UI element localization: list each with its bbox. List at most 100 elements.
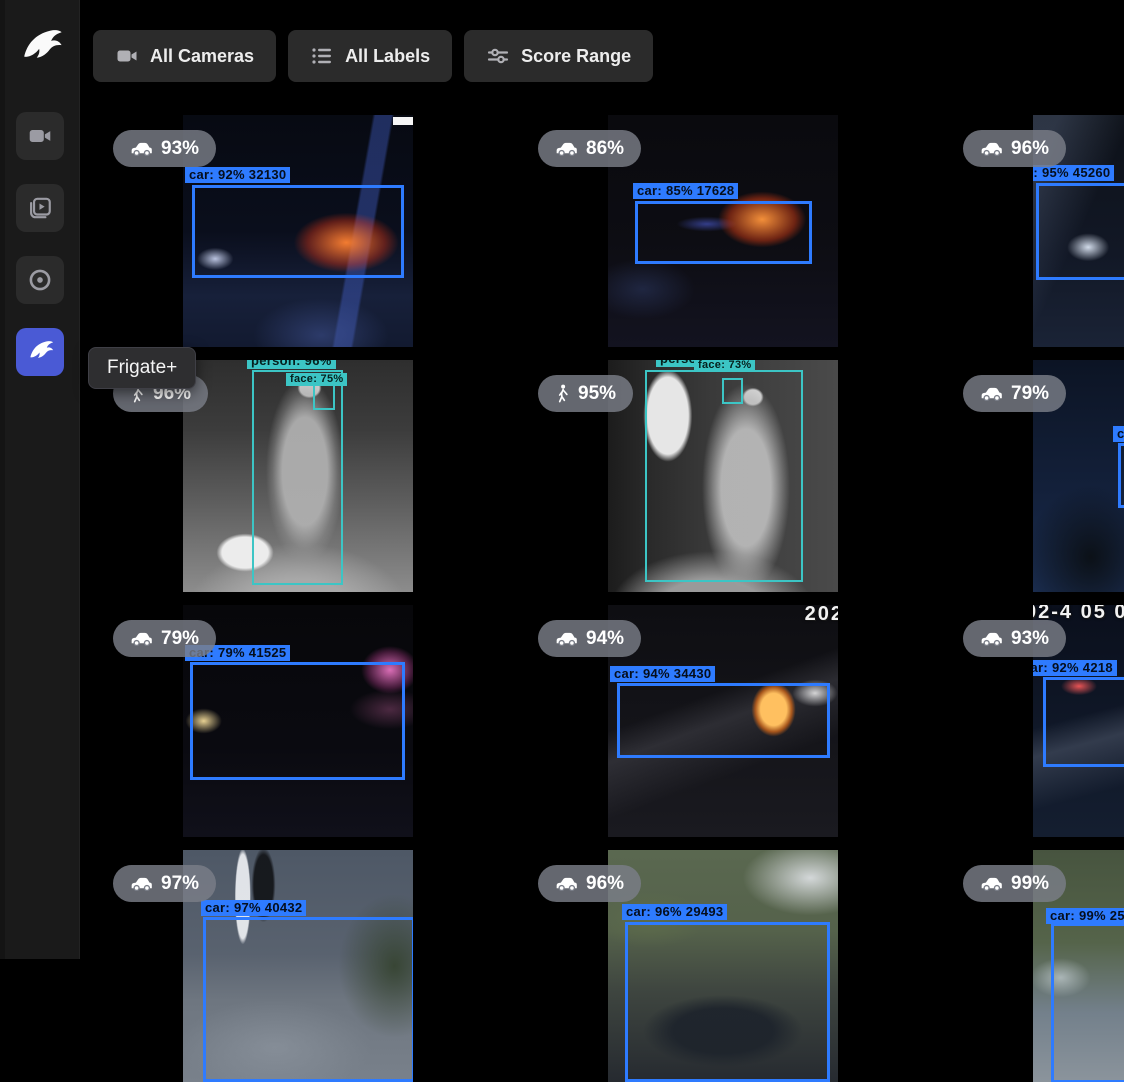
bbox-label: person: 96% bbox=[247, 360, 336, 369]
score-label: 79% bbox=[161, 628, 199, 650]
detection-thumbnail: person: 94% face: 73% bbox=[608, 360, 838, 592]
score-badge: 93% bbox=[963, 620, 1066, 657]
score-label: 93% bbox=[1011, 628, 1049, 650]
car-icon bbox=[555, 876, 578, 891]
timestamp-fragment bbox=[393, 117, 413, 125]
car-bounding-box bbox=[203, 917, 413, 1082]
car-icon bbox=[130, 876, 153, 891]
score-label: 94% bbox=[586, 628, 624, 650]
car-icon bbox=[130, 631, 153, 646]
detection-thumbnail: car: 85% 17628 bbox=[608, 115, 838, 347]
filter-toolbar: All Cameras All Labels Score Range bbox=[93, 30, 1124, 82]
detection-cell[interactable]: car: 79% 79% bbox=[947, 360, 1124, 592]
sidebar-item-review[interactable] bbox=[16, 184, 64, 232]
sidebar-item-live[interactable] bbox=[16, 112, 64, 160]
list-filter-icon bbox=[310, 44, 334, 68]
car-bounding-box bbox=[192, 185, 404, 278]
car-icon bbox=[980, 141, 1003, 156]
sliders-icon bbox=[486, 44, 510, 68]
car-icon bbox=[555, 631, 578, 646]
score-badge: 94% bbox=[538, 620, 641, 657]
person-icon bbox=[555, 383, 570, 404]
score-badge: 79% bbox=[113, 620, 216, 657]
review-play-icon bbox=[27, 195, 53, 221]
detection-thumbnail: person: 96% face: 75% bbox=[183, 360, 413, 592]
car-bounding-box bbox=[1043, 677, 1124, 767]
score-label: 86% bbox=[586, 138, 624, 160]
detection-grid: car: 92% 32130 93% car: 85% 17628 bbox=[97, 115, 1124, 1082]
detection-cell[interactable]: car: 79% 41525 79% bbox=[97, 605, 499, 837]
detection-cell[interactable]: car: 85% 17628 86% bbox=[522, 115, 924, 347]
score-badge: 96% bbox=[538, 865, 641, 902]
score-badge: 96% bbox=[963, 130, 1066, 167]
score-range-filter-button[interactable]: Score Range bbox=[464, 30, 653, 82]
score-badge: 86% bbox=[538, 130, 641, 167]
bbox-label: car: 92% 4218 bbox=[1033, 660, 1117, 676]
sidebar-nav bbox=[16, 112, 64, 376]
detection-cell[interactable]: person: 96% face: 75% 96% bbox=[97, 360, 499, 592]
detection-thumbnail: car: 96% 29493 bbox=[608, 850, 838, 1082]
detection-cell[interactable]: car: 99% 25 99% bbox=[947, 850, 1124, 1082]
detection-cell[interactable]: car: 95% 45260 96% bbox=[947, 115, 1124, 347]
score-label: 99% bbox=[1011, 873, 1049, 895]
bbox-label: car: 97% 40432 bbox=[201, 900, 306, 916]
detection-thumbnail: 202 car: 94% 34430 bbox=[608, 605, 838, 837]
score-label: 96% bbox=[1011, 138, 1049, 160]
car-bounding-box bbox=[1051, 923, 1124, 1082]
bbox-label: car: 96% 29493 bbox=[622, 904, 727, 920]
score-badge: 79% bbox=[963, 375, 1066, 412]
car-bounding-box bbox=[635, 201, 812, 264]
score-label: 96% bbox=[586, 873, 624, 895]
detection-cell[interactable]: car: 96% 29493 96% bbox=[522, 850, 924, 1082]
score-label: 79% bbox=[1011, 383, 1049, 405]
detection-thumbnail: car: 92% 32130 bbox=[183, 115, 413, 347]
score-label: 97% bbox=[161, 873, 199, 895]
detection-cell[interactable]: 02-4 05 0 car: 92% 4218 93% bbox=[947, 605, 1124, 837]
car-bounding-box bbox=[625, 922, 830, 1082]
face-bounding-box bbox=[313, 382, 335, 410]
sidebar bbox=[0, 0, 80, 959]
face-label: face: 73% bbox=[694, 360, 755, 372]
frigate-plus-tooltip: Frigate+ bbox=[88, 347, 196, 389]
detection-cell[interactable]: car: 92% 32130 93% bbox=[97, 115, 499, 347]
car-bounding-box bbox=[1118, 443, 1124, 508]
car-icon bbox=[555, 141, 578, 156]
car-icon bbox=[130, 141, 153, 156]
bbox-label: car: 95% 45260 bbox=[1033, 165, 1114, 181]
sidebar-item-export[interactable] bbox=[16, 256, 64, 304]
video-camera-icon bbox=[27, 123, 53, 149]
score-badge: 93% bbox=[113, 130, 216, 167]
face-label: face: 75% bbox=[286, 373, 347, 386]
car-icon bbox=[980, 631, 1003, 646]
score-badge: 97% bbox=[113, 865, 216, 902]
camera-filter-icon bbox=[115, 44, 139, 68]
main-content: All Cameras All Labels Score Range car: bbox=[80, 30, 1124, 1082]
frigate-plus-bird-icon bbox=[26, 338, 54, 366]
car-bounding-box bbox=[1036, 183, 1124, 280]
bbox-label: car: 99% 25 bbox=[1046, 908, 1124, 924]
car-icon bbox=[980, 876, 1003, 891]
score-label: 93% bbox=[161, 138, 199, 160]
score-badge: 95% bbox=[538, 375, 633, 412]
bbox-label: car: 79% bbox=[1113, 426, 1124, 442]
detection-cell[interactable]: 202 car: 94% 34430 94% bbox=[522, 605, 924, 837]
detection-cell[interactable]: car: 97% 40432 97% bbox=[97, 850, 499, 1082]
camera-timestamp: 202 bbox=[805, 605, 838, 626]
bbox-label: car: 85% 17628 bbox=[633, 183, 738, 199]
filter-label: All Labels bbox=[345, 46, 430, 67]
all-cameras-filter-button[interactable]: All Cameras bbox=[93, 30, 276, 82]
bbox-label: car: 94% 34430 bbox=[610, 666, 715, 682]
sidebar-item-frigate-plus[interactable] bbox=[16, 328, 64, 376]
car-icon bbox=[980, 386, 1003, 401]
score-badge: 99% bbox=[963, 865, 1066, 902]
filter-label: All Cameras bbox=[150, 46, 254, 67]
disc-icon bbox=[27, 267, 53, 293]
car-bounding-box bbox=[190, 662, 405, 780]
score-label: 95% bbox=[578, 383, 616, 405]
detection-thumbnail: car: 79% 41525 bbox=[183, 605, 413, 837]
detection-cell[interactable]: person: 94% face: 73% 95% bbox=[522, 360, 924, 592]
filter-label: Score Range bbox=[521, 46, 631, 67]
detection-thumbnail: car: 97% 40432 bbox=[183, 850, 413, 1082]
car-bounding-box bbox=[617, 683, 830, 758]
all-labels-filter-button[interactable]: All Labels bbox=[288, 30, 452, 82]
